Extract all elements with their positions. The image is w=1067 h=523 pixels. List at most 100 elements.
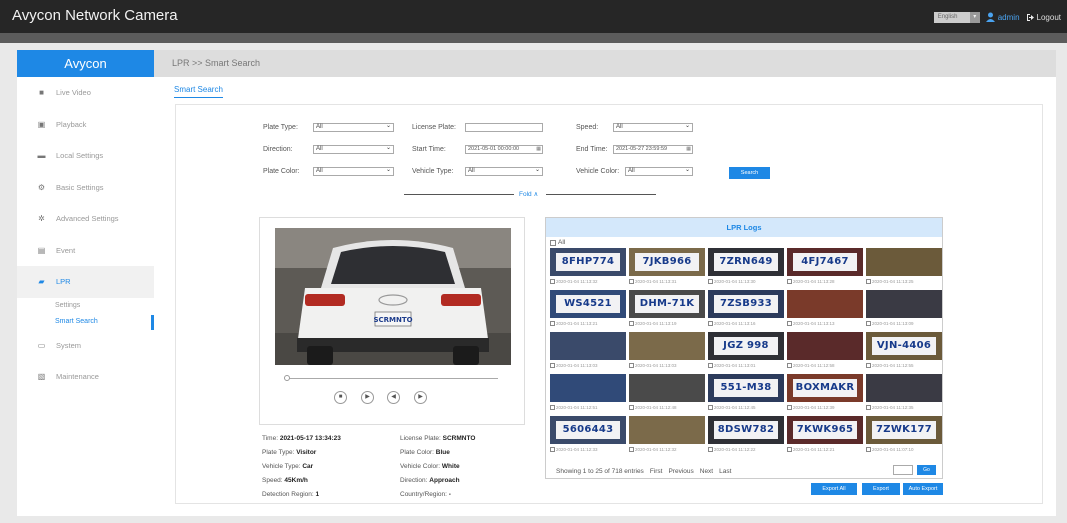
checkbox[interactable] [866,404,871,410]
tab-smart-search[interactable]: Smart Search [174,85,223,98]
license-plate-input[interactable] [465,123,543,132]
last-page-link[interactable]: Last [719,468,731,475]
plate-image[interactable] [866,290,942,318]
checkbox[interactable] [787,320,792,326]
log-thumbnail[interactable]: 2020-01-04 11:12:48 [629,374,705,412]
slow-button[interactable]: ◀ [387,391,400,404]
checkbox[interactable] [866,320,871,326]
plate-image[interactable]: 5606443 [550,416,626,444]
log-thumbnail[interactable]: 2020-01-04 11:13:25 [866,248,942,286]
export-all-button[interactable]: Export All [811,483,857,495]
checkbox[interactable] [708,320,713,326]
checkbox[interactable] [866,446,871,452]
checkbox[interactable] [787,404,792,410]
checkbox[interactable] [629,404,634,410]
check-all[interactable]: All [550,239,565,246]
calendar-icon[interactable]: ▦ [686,146,691,153]
log-thumbnail[interactable]: JGZ 998 2020-01-04 11:13:01 [708,332,784,370]
checkbox[interactable] [629,320,634,326]
sidebar-item-basic-settings[interactable]: ⚙ Basic Settings [17,172,154,204]
sidebar-item-advanced-settings[interactable]: ✲ Advanced Settings [17,203,154,235]
calendar-icon[interactable]: ▦ [536,146,541,153]
log-thumbnail[interactable]: 8FHP774 2020-01-04 11:13:32 [550,248,626,286]
fast-button[interactable]: ▶ [414,391,427,404]
plate-image[interactable]: 551-M38 [708,374,784,402]
log-thumbnail[interactable]: 2020-01-04 11:12:51 [550,374,626,412]
sidebar-item-event[interactable]: ▤ Event [17,235,154,267]
log-thumbnail[interactable]: 2020-01-04 11:13:09 [866,290,942,328]
plate-image[interactable] [629,416,705,444]
plate-color-select[interactable]: All ⌄ [313,167,394,176]
log-thumbnail[interactable]: 7ZRN649 2020-01-04 11:13:30 [708,248,784,286]
sidebar-item-playback[interactable]: ▣ Playback [17,109,154,141]
plate-image[interactable] [866,248,942,276]
vehicle-type-select[interactable]: All ⌄ [465,167,543,176]
plate-image[interactable]: BOXMAKR [787,374,863,402]
plate-image[interactable] [787,290,863,318]
checkbox[interactable] [708,362,713,368]
log-thumbnail[interactable]: VJN-4406 2020-01-04 11:12:55 [866,332,942,370]
log-thumbnail[interactable]: 2020-01-04 11:13:03 [550,332,626,370]
checkbox[interactable] [629,278,634,284]
log-thumbnail[interactable]: 7KWK965 2020-01-04 11:12:21 [787,416,863,454]
log-thumbnail[interactable]: 4FJ7467 2020-01-04 11:13:28 [787,248,863,286]
sidebar-item-system[interactable]: ▭ System [17,330,154,362]
plate-type-select[interactable]: All ⌄ [313,123,394,132]
plate-image[interactable]: 8FHP774 [550,248,626,276]
plate-image[interactable] [787,332,863,360]
checkbox[interactable] [866,278,871,284]
plate-image[interactable] [629,332,705,360]
checkbox[interactable] [550,404,555,410]
vehicle-color-select[interactable]: All ⌄ [625,167,693,176]
go-button[interactable]: Go [917,465,936,475]
export-button[interactable]: Export [862,483,900,495]
plate-image[interactable] [866,374,942,402]
checkbox[interactable] [787,446,792,452]
log-thumbnail[interactable]: DHM-71K 2020-01-04 11:13:19 [629,290,705,328]
checkbox[interactable] [550,446,555,452]
previous-page-link[interactable]: Previous [668,468,693,475]
log-thumbnail[interactable]: 7ZSB933 2020-01-04 11:13:16 [708,290,784,328]
end-time-input[interactable]: 2021-05-27 23:59:59 ▦ [613,145,693,154]
first-page-link[interactable]: First [650,468,663,475]
log-thumbnail[interactable]: WS4521 2020-01-04 11:13:21 [550,290,626,328]
logout-link[interactable]: Logout [1026,13,1061,22]
checkbox[interactable] [708,446,713,452]
checkbox[interactable] [550,239,556,246]
page-number-input[interactable] [893,465,913,475]
language-select[interactable]: English ▾ [933,11,980,23]
checkbox[interactable] [708,404,713,410]
seek-bar[interactable] [288,378,498,379]
fold-toggle[interactable]: Fold ∧ [519,190,538,198]
plate-image[interactable]: 7ZSB933 [708,290,784,318]
log-thumbnail[interactable]: 2020-01-04 11:12:35 [866,374,942,412]
plate-image[interactable]: 7JKB966 [629,248,705,276]
speed-select[interactable]: All ⌄ [613,123,693,132]
plate-image[interactable]: 8DSW782 [708,416,784,444]
seek-handle[interactable] [284,375,290,381]
sidebar-subitem-smart-search[interactable]: Smart Search [17,314,154,330]
user-link[interactable]: admin [985,12,1020,22]
checkbox[interactable] [550,362,555,368]
log-thumbnail[interactable]: BOXMAKR 2020-01-04 11:12:39 [787,374,863,412]
checkbox[interactable] [550,320,555,326]
checkbox[interactable] [708,278,713,284]
checkbox[interactable] [866,362,871,368]
sidebar-item-maintenance[interactable]: ▧ Maintenance [17,361,154,393]
search-button[interactable]: Search [729,167,770,179]
log-thumbnail[interactable]: 2020-01-04 11:12:32 [629,416,705,454]
auto-export-button[interactable]: Auto Export [903,483,943,495]
plate-image[interactable]: 4FJ7467 [787,248,863,276]
log-thumbnail[interactable]: 2020-01-04 11:12:58 [787,332,863,370]
log-thumbnail[interactable]: 2020-01-04 11:13:13 [787,290,863,328]
plate-image[interactable]: JGZ 998 [708,332,784,360]
plate-image[interactable]: 7ZRN649 [708,248,784,276]
log-thumbnail[interactable]: 7JKB966 2020-01-04 11:13:31 [629,248,705,286]
plate-image[interactable]: WS4521 [550,290,626,318]
sidebar-subitem-settings[interactable]: Settings [17,298,154,314]
stop-button[interactable]: ■ [334,391,347,404]
checkbox[interactable] [629,446,634,452]
log-thumbnail[interactable]: 2020-01-04 11:13:03 [629,332,705,370]
log-thumbnail[interactable]: 551-M38 2020-01-04 11:12:45 [708,374,784,412]
plate-image[interactable]: VJN-4406 [866,332,942,360]
